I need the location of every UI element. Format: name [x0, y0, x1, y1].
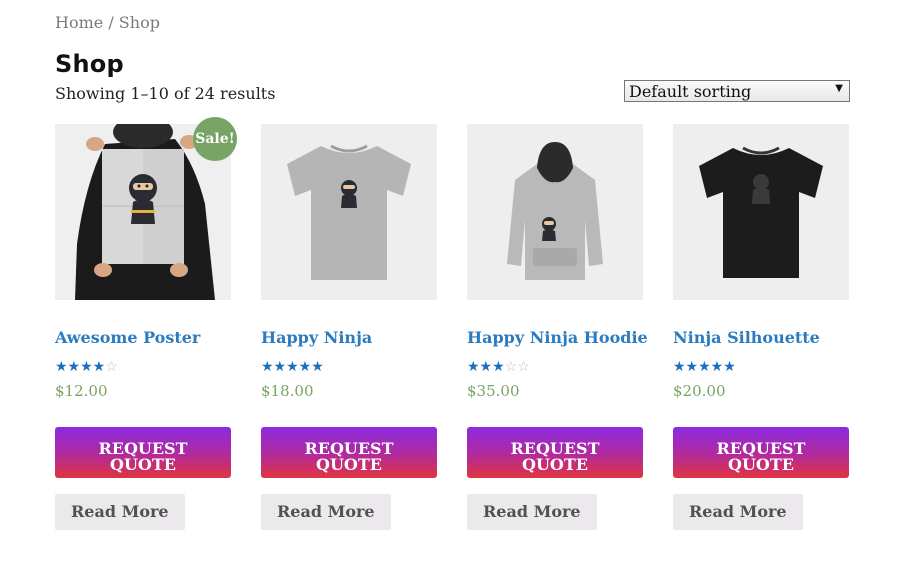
request-quote-button[interactable]: REQUEST QUOTE	[673, 427, 849, 478]
star-filled-icon: ★★★★★	[261, 359, 324, 375]
star-empty-icon: ☆☆	[504, 359, 530, 375]
breadcrumb-separator: /	[103, 13, 119, 32]
dropdown-arrow-icon: ▼	[835, 83, 843, 94]
read-more-button[interactable]: Read More	[467, 494, 597, 530]
request-quote-button[interactable]: REQUEST QUOTE	[467, 427, 643, 478]
product-title-link[interactable]: Happy Ninja	[261, 328, 372, 347]
product-price: $20.00	[673, 382, 726, 400]
black-tshirt-silhouette-icon	[673, 124, 849, 300]
product-image[interactable]	[673, 124, 849, 300]
read-more-button[interactable]: Read More	[673, 494, 803, 530]
sorting-selected-value: Default sorting	[629, 82, 752, 101]
page-title: Shop	[55, 50, 124, 78]
grey-tshirt-ninja-icon	[261, 124, 437, 300]
star-filled-icon: ★★★★★	[673, 359, 736, 375]
request-quote-button[interactable]: REQUEST QUOTE	[261, 427, 437, 478]
star-rating: ★★★☆☆	[467, 359, 530, 375]
product-card: Happy Ninja Hoodie ★★★☆☆ $35.00 REQUEST …	[467, 124, 648, 530]
read-more-button[interactable]: Read More	[55, 494, 185, 530]
product-title-link[interactable]: Ninja Silhouette	[673, 328, 820, 347]
product-title-link[interactable]: Happy Ninja Hoodie	[467, 328, 648, 347]
grey-hoodie-ninja-icon	[467, 124, 643, 300]
request-quote-button[interactable]: REQUEST QUOTE	[55, 427, 231, 478]
breadcrumb-home-link[interactable]: Home	[55, 13, 103, 32]
breadcrumb: Home / Shop	[55, 13, 160, 32]
read-more-button[interactable]: Read More	[261, 494, 391, 530]
sorting-select[interactable]: Default sorting ▼	[624, 80, 850, 102]
product-image[interactable]	[467, 124, 643, 300]
breadcrumb-current: Shop	[118, 13, 160, 32]
star-empty-icon: ☆	[105, 359, 118, 375]
star-filled-icon: ★★★★	[55, 359, 106, 375]
product-price: $35.00	[467, 382, 520, 400]
product-card: Sale! Awesome Poster ★★★★☆ $12.00 REQUES…	[55, 117, 237, 530]
star-rating: ★★★★☆	[55, 359, 118, 375]
sale-badge: Sale!	[193, 117, 237, 161]
star-rating: ★★★★★	[261, 359, 324, 375]
product-card: Ninja Silhouette ★★★★★ $20.00 REQUEST QU…	[673, 124, 849, 530]
product-title-link[interactable]: Awesome Poster	[55, 328, 200, 347]
product-price: $18.00	[261, 382, 314, 400]
star-filled-icon: ★★★	[467, 359, 505, 375]
star-rating: ★★★★★	[673, 359, 736, 375]
product-card: Happy Ninja ★★★★★ $18.00 REQUEST QUOTE R…	[261, 124, 437, 530]
result-count: Showing 1–10 of 24 results	[55, 84, 276, 103]
product-image[interactable]	[261, 124, 437, 300]
product-price: $12.00	[55, 382, 108, 400]
